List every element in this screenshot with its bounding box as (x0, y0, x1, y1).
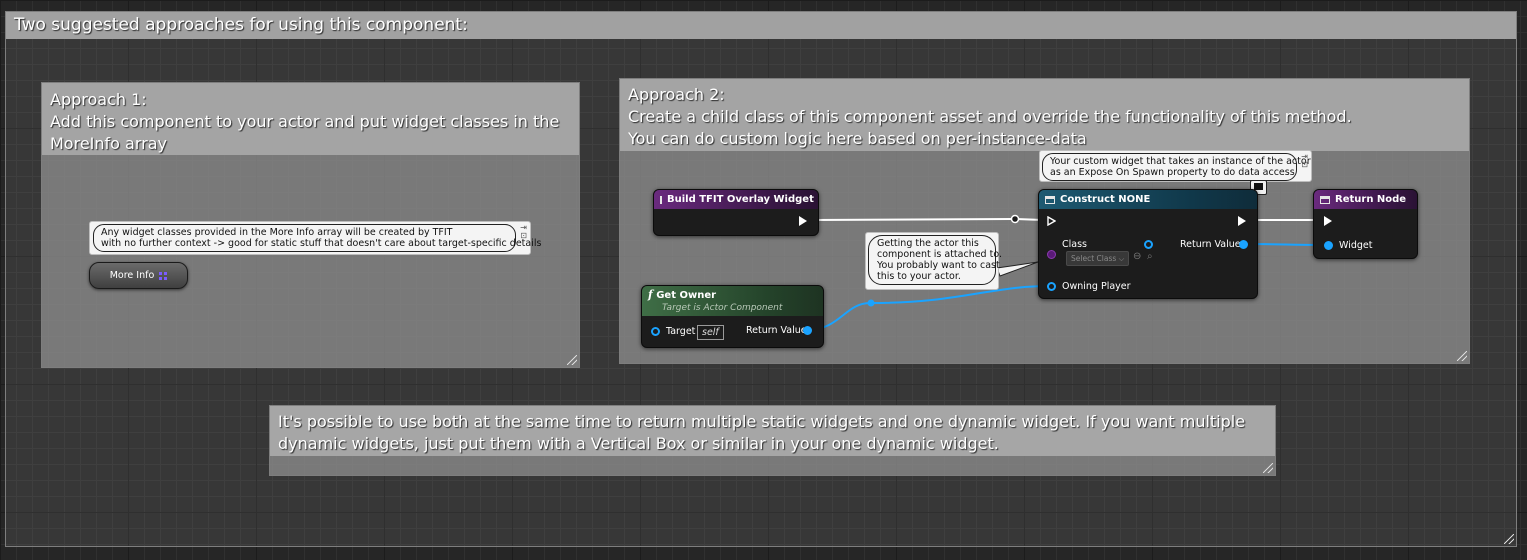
return-node-title: Return Node (1314, 190, 1417, 209)
approach2-resize-grip[interactable] (1457, 351, 1467, 361)
more-info-bubble-line-1: Any widget classes provided in the More … (101, 227, 453, 238)
chevron-down-icon: ⌵ (1118, 254, 1125, 263)
class-label: Class (1062, 239, 1087, 250)
get-owner-title-text: Get Owner (656, 290, 717, 301)
pin-icon[interactable]: ⇥ ⊡ (1301, 153, 1308, 169)
outer-comment-title: Two suggested approaches for using this … (6, 12, 1516, 39)
exec-input-pin[interactable] (1324, 216, 1332, 226)
get-owner-title: f Get Owner Target is Actor Component (642, 286, 823, 316)
construct-node-title: Construct NONE (1039, 190, 1257, 209)
construct-comment-bubble: Your custom widget that takes an instanc… (1039, 150, 1312, 182)
note-comment-box[interactable]: It's possible to use both at the same ti… (269, 405, 1276, 476)
construct-bubble-line-1: Your custom widget that takes an instanc… (1050, 156, 1311, 167)
widget-input-pin[interactable] (1324, 241, 1333, 250)
exec-output-pin[interactable] (1238, 216, 1246, 226)
more-info-variable-node[interactable]: More Info (89, 262, 188, 289)
get-owner-node[interactable]: f Get Owner Target is Actor Component Ta… (641, 285, 824, 348)
browse-search-icon[interactable]: ⌕ (1147, 251, 1153, 262)
approach1-resize-grip[interactable] (567, 355, 577, 365)
widget-icon (1045, 195, 1055, 204)
select-class-dropdown[interactable]: Select Class ⌵ (1066, 251, 1130, 266)
note-line-2: dynamic widgets, just put them with a Ve… (278, 434, 999, 453)
approach2-line-1: Approach 2: (628, 85, 725, 104)
more-info-label: More Info (109, 270, 155, 281)
get-owner-bubble-line-2: component is attached to. (877, 249, 1002, 260)
approach2-line-2: Create a child class of this component a… (628, 107, 1352, 126)
target-label: Target (666, 326, 696, 337)
approach1-line-1: Approach 1: (50, 90, 147, 109)
build-node-title: Build TFIT Overlay Widget (654, 190, 818, 209)
get-owner-bubble-line-3: You probably want to cast (877, 260, 1000, 271)
note-comment-body (270, 456, 1275, 475)
get-owner-comment-bubble: Getting the actor this component is atta… (865, 232, 1002, 290)
select-class-text: Select Class (1071, 254, 1117, 263)
return-value-label: Return Value (746, 325, 807, 336)
approach2-line-3: You can do custom logic here based on pe… (628, 129, 1087, 148)
note-comment-title: It's possible to use both at the same ti… (270, 406, 1275, 456)
array-grid-icon (159, 271, 168, 280)
class-side-pin[interactable] (1144, 240, 1153, 249)
outer-resize-grip[interactable] (1504, 534, 1514, 544)
approach1-line-3: MoreInfo array (50, 134, 167, 153)
build-overlay-widget-node[interactable]: Build TFIT Overlay Widget (653, 189, 819, 236)
owning-player-input-pin[interactable] (1047, 282, 1056, 291)
get-owner-bubble-line-4: this to your actor. (877, 271, 961, 282)
function-icon (1320, 195, 1330, 204)
return-value-output-pin[interactable] (803, 326, 812, 335)
note-resize-grip[interactable] (1263, 463, 1273, 473)
get-owner-bubble-line-1: Getting the actor this (877, 238, 979, 249)
function-f-icon: f (648, 288, 653, 301)
more-info-bubble-line-2: with no further context -> good for stat… (101, 238, 542, 249)
target-self-field[interactable]: self (697, 325, 724, 340)
owning-player-label: Owning Player (1062, 281, 1131, 292)
approach2-comment-title: Approach 2: Create a child class of this… (620, 79, 1469, 151)
get-owner-subtitle: Target is Actor Component (662, 303, 783, 313)
approach1-comment-body (42, 155, 579, 367)
exec-output-pin[interactable] (799, 216, 807, 226)
construct-return-output-pin[interactable] (1239, 240, 1248, 249)
function-icon (660, 195, 662, 204)
return-node[interactable]: Return Node Widget (1313, 189, 1418, 259)
target-input-pin[interactable] (651, 327, 660, 336)
exec-input-pin[interactable] (1047, 215, 1057, 227)
approach1-comment-title: Approach 1: Add this component to your a… (42, 83, 579, 155)
class-input-pin[interactable] (1047, 250, 1056, 259)
approach1-line-2: Add this component to your actor and put… (50, 112, 560, 131)
construct-node-title-text: Construct NONE (1060, 193, 1151, 205)
pin-icon[interactable]: ⇥ ⊡ (520, 224, 527, 240)
construct-widget-node[interactable]: Construct NONE Class Select Class ⌵ ⊖ ⌕ … (1038, 189, 1258, 299)
return-node-title-text: Return Node (1335, 193, 1407, 205)
widget-label: Widget (1339, 240, 1373, 251)
construct-return-label: Return Value (1180, 239, 1241, 250)
more-info-comment-bubble: Any widget classes provided in the More … (89, 221, 542, 255)
build-node-title-text: Build TFIT Overlay Widget (667, 193, 814, 205)
construct-bubble-line-2: as an Expose On Spawn property to do dat… (1050, 167, 1295, 178)
note-line-1: It's possible to use both at the same ti… (278, 412, 1246, 431)
use-selected-icon[interactable]: ⊖ (1133, 251, 1141, 262)
